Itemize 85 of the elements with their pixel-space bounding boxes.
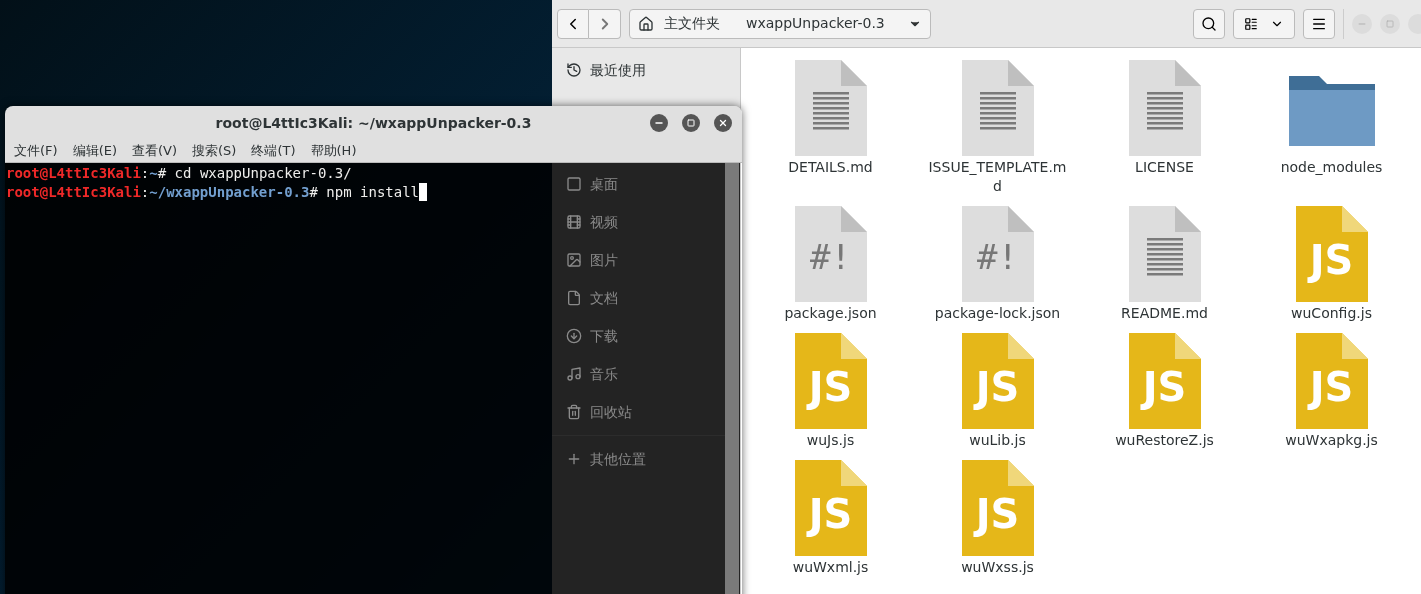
sidebar-item[interactable]: 回收站 [552, 393, 725, 431]
file-name: wuJs.js [805, 431, 856, 450]
file-name: DETAILS.md [787, 158, 874, 177]
script-file-icon: #! [961, 206, 1034, 302]
sidebar-item[interactable]: 视频 [552, 203, 725, 241]
sidebar-item[interactable]: 最近使用 [552, 51, 660, 89]
maximize-icon [1386, 19, 1394, 28]
file-name: README.md [1120, 304, 1209, 323]
text-file-icon [794, 60, 867, 156]
text-file-icon [1128, 206, 1201, 302]
javascript-file-icon: JS [1295, 333, 1368, 429]
sidebar-item[interactable]: 文档 [552, 279, 725, 317]
file-name: wuWxss.js [960, 558, 1035, 577]
sidebar-item[interactable]: 桌面 [552, 165, 725, 203]
minimize-button[interactable] [650, 114, 668, 132]
music-icon [566, 366, 582, 382]
sidebar-item[interactable]: 音乐 [552, 355, 725, 393]
close-icon [718, 118, 728, 128]
search-button[interactable] [1193, 8, 1225, 39]
file-name: wuConfig.js [1290, 304, 1373, 323]
file-item[interactable]: README.md [1081, 204, 1248, 323]
file-item[interactable]: JS wuJs.js [747, 331, 914, 450]
sidebar-item[interactable]: 其他位置 [552, 440, 725, 478]
file-name: package.json [783, 304, 878, 323]
text-file-icon [1128, 60, 1201, 156]
file-item[interactable]: DETAILS.md [747, 58, 914, 196]
file-item[interactable]: JS wuLib.js [914, 331, 1081, 450]
javascript-file-icon: JS [1295, 206, 1368, 302]
file-item[interactable]: JS wuWxml.js [747, 458, 914, 577]
sidebar-item[interactable]: 图片 [552, 241, 725, 279]
script-file-icon: #! [794, 206, 867, 302]
file-item[interactable]: node_modules [1248, 58, 1415, 196]
menu-button[interactable] [1303, 8, 1335, 39]
text-cursor [419, 183, 428, 201]
pictures-icon [566, 252, 582, 268]
list-view-icon [1244, 16, 1258, 31]
file-name: package-lock.json [933, 304, 1062, 323]
home-path-button[interactable]: 主文件夹 [638, 13, 720, 34]
file-item[interactable]: JS wuConfig.js [1248, 204, 1415, 323]
file-name: LICENSE [1134, 158, 1195, 177]
home-icon [638, 15, 654, 32]
terminal-line: root@L4ttIc3Kali:~/wxappUnpacker-0.3# npm install [6, 183, 428, 202]
scrollbar[interactable] [725, 163, 739, 594]
javascript-file-icon: JS [961, 460, 1034, 556]
javascript-file-icon: JS [794, 333, 867, 429]
desktop-icon [566, 176, 582, 192]
file-item[interactable]: LICENSE [1081, 58, 1248, 196]
documents-icon [566, 290, 582, 306]
file-item[interactable]: #! package-lock.json [914, 204, 1081, 323]
file-name: ISSUE_TEMPLATE.md [927, 158, 1068, 196]
recent-icon [566, 62, 582, 78]
path-button[interactable]: wxappUnpacker-0.3 [746, 13, 885, 34]
other-icon [566, 451, 582, 467]
file-item[interactable]: ISSUE_TEMPLATE.md [914, 58, 1081, 196]
sidebar-item[interactable]: 下载 [552, 317, 725, 355]
window-title: root@L4ttIc3Kali: ~/wxappUnpacker-0.3 [215, 113, 532, 133]
terminal-line: root@L4ttIc3Kali:~# cd wxappUnpacker-0.3/ [6, 164, 352, 183]
javascript-file-icon: JS [961, 333, 1034, 429]
forward-button[interactable] [589, 8, 621, 39]
menu-item[interactable]: 帮助(H) [310, 141, 357, 161]
file-name: wuRestoreZ.js [1114, 431, 1215, 450]
menu-item[interactable]: 终端(T) [251, 141, 296, 161]
close-button[interactable] [714, 114, 732, 132]
menu-item[interactable]: 查看(V) [132, 141, 178, 161]
file-item[interactable]: JS wuRestoreZ.js [1081, 331, 1248, 450]
downloads-icon [566, 328, 582, 344]
videos-icon [566, 214, 582, 230]
file-name: wuWxml.js [791, 558, 870, 577]
view-options-button[interactable] [1233, 8, 1295, 39]
file-name: wuLib.js [968, 431, 1027, 450]
menu-item[interactable]: 搜索(S) [192, 141, 237, 161]
maximize-icon [687, 119, 695, 127]
menu-item[interactable]: 编辑(E) [72, 141, 117, 161]
maximize-button[interactable] [682, 114, 700, 132]
javascript-file-icon: JS [1128, 333, 1201, 429]
file-name: wuWxapkg.js [1284, 431, 1379, 450]
text-file-icon [961, 60, 1034, 156]
file-item[interactable]: JS wuWxss.js [914, 458, 1081, 577]
file-item[interactable]: #! package.json [747, 204, 914, 323]
menu-item[interactable]: 文件(F) [14, 141, 58, 161]
trash-icon [566, 404, 582, 420]
javascript-file-icon: JS [794, 460, 867, 556]
search-icon [1201, 15, 1217, 32]
file-name: node_modules [1279, 158, 1384, 177]
file-item[interactable]: JS wuWxapkg.js [1248, 331, 1415, 450]
